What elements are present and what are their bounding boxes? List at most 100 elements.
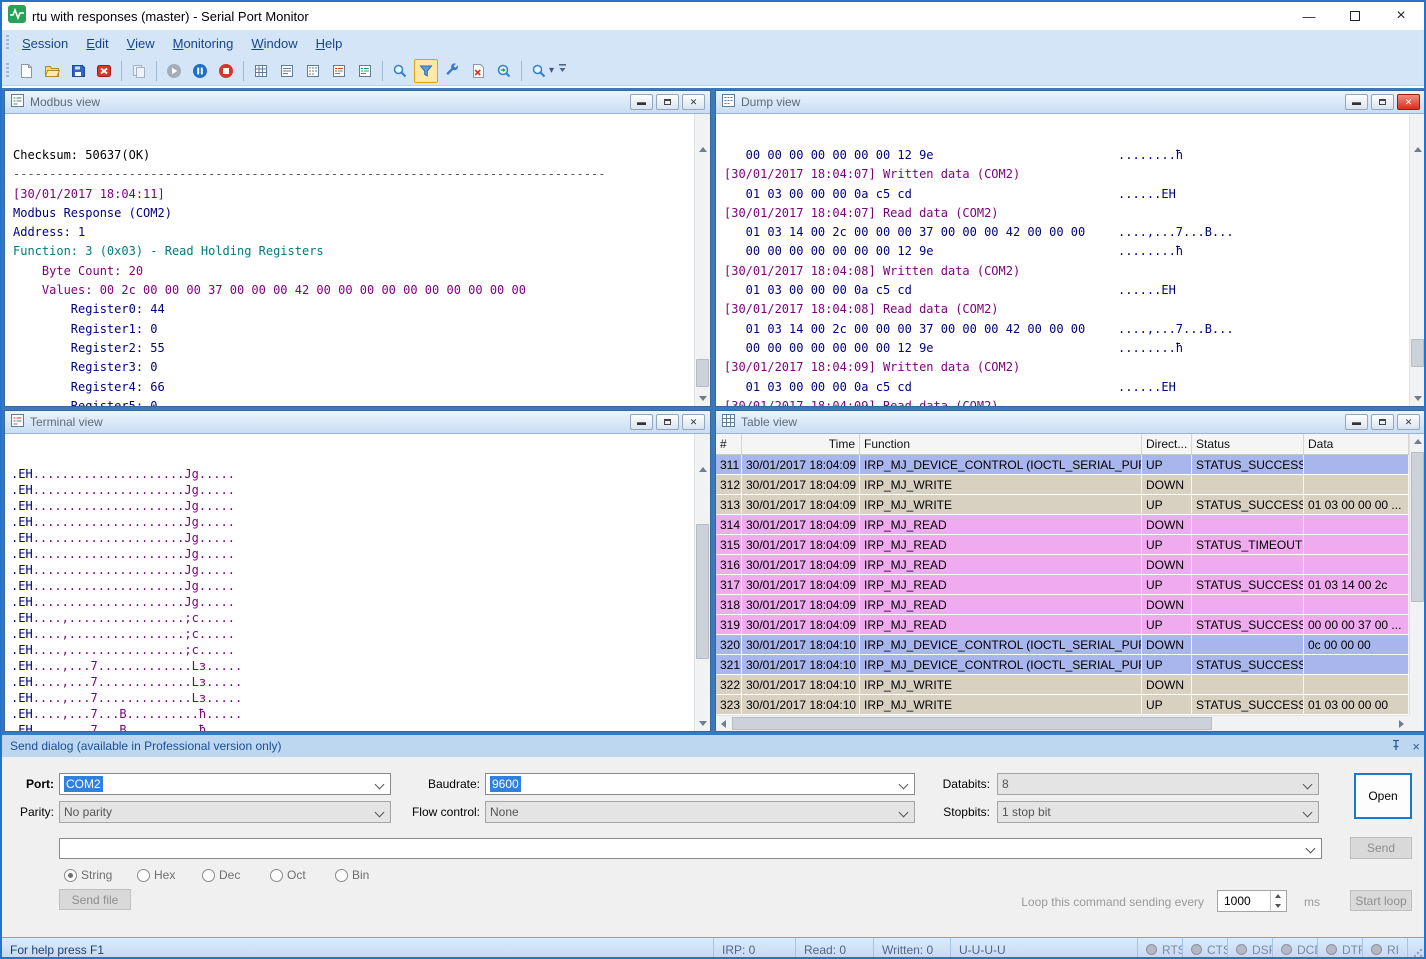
scroll-thumb[interactable] [1411,452,1424,602]
copy-button[interactable] [127,59,151,83]
chevron-down-icon[interactable]: ▾ [549,65,554,76]
menu-view[interactable]: View [118,33,164,54]
stop-monitoring-button[interactable] [214,59,238,83]
search-next-button[interactable] [492,59,516,83]
port-combobox[interactable]: COM2 [59,773,391,795]
menu-monitoring[interactable]: Monitoring [164,33,243,54]
table-row[interactable]: 31130/01/2017 18:04:09IRP_MJ_DEVICE_CONT… [716,455,1409,475]
table-row[interactable]: 32030/01/2017 18:04:10IRP_MJ_DEVICE_CONT… [716,635,1409,655]
scroll-thumb[interactable] [732,717,1212,730]
terminal-close-button[interactable]: ✕ [682,414,705,430]
modbus-view-content[interactable]: Checksum: 50637(OK)---------------------… [5,114,710,406]
dialog-close-icon[interactable]: × [1412,739,1420,754]
table-view-button[interactable] [249,59,273,83]
dump-view-titlebar[interactable]: Dump view ▬ ✕ [716,91,1425,114]
table-row[interactable]: 32330/01/2017 18:04:10IRP_MJ_WRITEUPSTAT… [716,695,1409,715]
start-monitoring-button[interactable] [162,59,186,83]
table-row[interactable]: 31930/01/2017 18:04:09IRP_MJ_READUPSTATU… [716,615,1409,635]
mode-radio-oct[interactable]: Oct [270,868,306,882]
modbus-vscrollbar[interactable] [694,114,710,406]
table-column-header[interactable]: # [716,434,742,454]
modbus-minimize-button[interactable]: ▬ [630,94,653,110]
dump-close-button[interactable]: ✕ [1397,94,1420,110]
table-row[interactable]: 31430/01/2017 18:04:09IRP_MJ_READDOWN [716,515,1409,535]
table-row[interactable]: 31730/01/2017 18:04:09IRP_MJ_READUPSTATU… [716,575,1409,595]
parity-combobox[interactable]: No parity [59,801,391,823]
close-button[interactable]: × [1378,2,1424,30]
dump-restore-button[interactable] [1371,94,1394,110]
mode-radio-bin[interactable]: Bin [335,868,369,882]
open-session-button[interactable] [40,59,64,83]
table-column-header[interactable]: Direct... [1142,434,1192,454]
table-row[interactable]: 31530/01/2017 18:04:09IRP_MJ_READUPSTATU… [716,535,1409,555]
scroll-thumb[interactable] [696,524,709,659]
toolbar-overflow-button[interactable] [558,60,567,81]
search-button[interactable] [388,59,412,83]
terminal-view-button[interactable] [327,59,351,83]
table-hscrollbar[interactable] [716,715,1409,731]
table-view-content[interactable]: #TimeFunctionDirect...StatusData 31130/0… [716,434,1425,731]
table-column-header[interactable]: Function [860,434,1142,454]
table-row[interactable]: 31830/01/2017 18:04:09IRP_MJ_READDOWN [716,595,1409,615]
table-minimize-button[interactable]: ▬ [1345,414,1368,430]
terminal-vscrollbar[interactable] [694,434,710,731]
scroll-down-arrow[interactable] [695,716,710,731]
modbus-restore-button[interactable] [656,94,679,110]
save-session-button[interactable] [66,59,90,83]
databits-combobox[interactable]: 8 [997,773,1319,795]
minimize-button[interactable]: — [1286,2,1332,30]
scroll-up-arrow[interactable] [695,462,710,477]
terminal-view-content[interactable]: .EH.....................Jg......EH......… [5,434,710,731]
scroll-down-arrow[interactable] [1410,391,1425,406]
terminal-minimize-button[interactable]: ▬ [630,414,653,430]
menu-help[interactable]: Help [307,33,352,54]
dump-view-button[interactable] [301,59,325,83]
clear-button[interactable] [466,59,490,83]
new-session-button[interactable] [14,59,38,83]
baudrate-combobox[interactable]: 9600 [485,773,915,795]
flow-control-combobox[interactable]: None [485,801,915,823]
mode-radio-hex[interactable]: Hex [137,868,175,882]
maximize-button[interactable] [1332,2,1378,30]
open-button[interactable]: Open [1354,773,1412,819]
scroll-right-arrow[interactable] [1399,720,1404,728]
loop-interval-spinner[interactable]: 1000 [1217,890,1287,912]
menu-session[interactable]: Session [13,33,77,54]
table-row[interactable]: 32130/01/2017 18:04:10IRP_MJ_DEVICE_CONT… [716,655,1409,675]
send-command-input[interactable] [59,838,1322,859]
close-session-button[interactable] [92,59,116,83]
mode-radio-dec[interactable]: Dec [202,868,240,882]
modbus-view-titlebar[interactable]: Modbus view ▬ ✕ [5,91,710,114]
table-column-header[interactable]: Status [1192,434,1304,454]
terminal-restore-button[interactable] [656,414,679,430]
spinner-down-icon[interactable] [1275,904,1281,908]
send-button[interactable]: Send [1350,837,1412,859]
table-view-titlebar[interactable]: Table view ▬ ✕ [716,411,1425,434]
menu-edit[interactable]: Edit [77,33,117,54]
filter-setup-button[interactable] [440,59,464,83]
dump-vscrollbar[interactable] [1409,114,1425,406]
modbus-close-button[interactable]: ✕ [682,94,705,110]
send-file-button[interactable]: Send file [59,889,131,910]
stopbits-combobox[interactable]: 1 stop bit [997,801,1319,823]
menu-window[interactable]: Window [242,33,306,54]
modbus-view-button[interactable] [353,59,377,83]
line-view-button[interactable] [275,59,299,83]
search-dropdown-button[interactable] [527,59,551,83]
terminal-view-titlebar[interactable]: Terminal view ▬ ✕ [5,411,710,434]
table-row[interactable]: 32230/01/2017 18:04:10IRP_MJ_WRITEDOWN [716,675,1409,695]
table-row[interactable]: 31630/01/2017 18:04:09IRP_MJ_READDOWN [716,555,1409,575]
mode-radio-string[interactable]: String [64,868,112,882]
start-loop-button[interactable]: Start loop [1350,890,1412,911]
spinner-up-icon[interactable] [1275,894,1281,898]
table-restore-button[interactable] [1371,414,1394,430]
table-vscrollbar[interactable] [1409,434,1425,731]
pause-monitoring-button[interactable] [188,59,212,83]
scroll-thumb[interactable] [696,359,709,387]
scroll-left-arrow[interactable] [721,720,726,728]
filter-button[interactable] [414,59,438,83]
scroll-down-arrow[interactable] [695,391,710,406]
scroll-up-arrow[interactable] [1410,142,1425,157]
table-close-button[interactable]: ✕ [1397,414,1420,430]
resize-grip[interactable] [1408,938,1426,959]
